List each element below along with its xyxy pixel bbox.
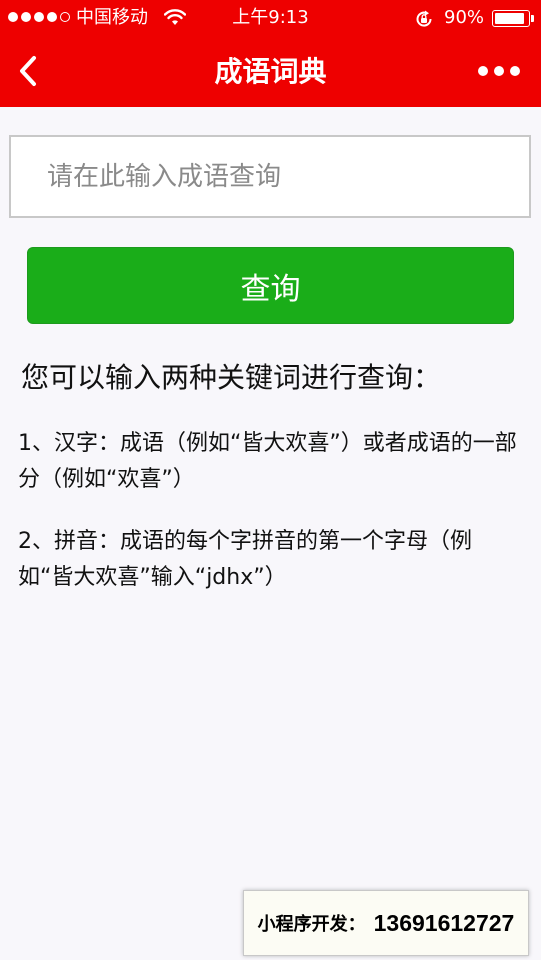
help-item-hanzi: 1、汉字：成语（例如“皆大欢喜”）或者成语的一部分（例如“欢喜”） [18,431,517,492]
more-dot [510,66,520,76]
developer-phone: 13691612727 [373,909,515,936]
battery-percent: 90% [444,7,485,28]
more-options-button[interactable] [474,56,524,86]
status-bar: 中国移动 上午9:13 90% [0,0,541,36]
more-dot [494,66,504,76]
help-item-pinyin: 2、拼音：成语的每个字拼音的第一个字母（例如“皆大欢喜”输入“jdhx”） [18,529,472,590]
orientation-lock-icon [414,9,434,33]
more-dot [478,66,488,76]
page-title: 成语词典 [214,55,327,88]
developer-contact-banner[interactable]: 小程序开发： 13691612727 [243,890,529,956]
battery-fill [495,13,524,24]
nav-bar: 成语词典 [0,36,541,107]
idiom-search-input[interactable] [9,135,531,218]
help-heading: 您可以输入两种关键词进行查询： [21,361,442,394]
developer-label: 小程序开发： [257,914,366,935]
search-button[interactable]: 查询 [27,247,514,324]
battery-cap [531,15,534,22]
battery-icon [492,10,530,27]
